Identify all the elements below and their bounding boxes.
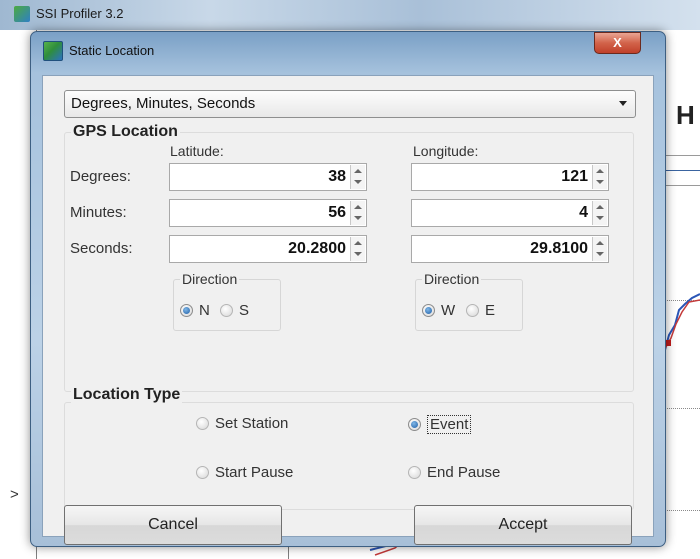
radio-east[interactable]: E <box>466 302 495 319</box>
longitude-seconds-stepper[interactable]: 29.8100 <box>411 235 609 263</box>
minutes-label: Minutes: <box>70 204 127 221</box>
chevron-down-icon <box>619 101 627 106</box>
radio-west[interactable]: W <box>422 302 455 319</box>
chevron-down-icon[interactable] <box>354 216 362 220</box>
longitude-minutes-value: 4 <box>579 204 588 221</box>
radio-start-pause-label: Start Pause <box>215 464 294 481</box>
chevron-up-icon[interactable] <box>354 169 362 173</box>
radio-selected-icon[interactable] <box>180 304 193 317</box>
stepper-buttons[interactable] <box>350 201 365 225</box>
radio-unselected-icon[interactable] <box>466 304 479 317</box>
latitude-seconds-value: 20.2800 <box>288 240 346 257</box>
location-type-group <box>64 402 634 510</box>
stepper-buttons[interactable] <box>350 237 365 261</box>
radio-event-label: Event <box>427 415 472 434</box>
latitude-seconds-stepper[interactable]: 20.2800 <box>169 235 367 263</box>
dialog-app-icon <box>43 41 63 61</box>
radio-selected-icon[interactable] <box>408 418 421 431</box>
radio-unselected-icon[interactable] <box>220 304 233 317</box>
stepper-buttons[interactable] <box>592 165 607 189</box>
seconds-label: Seconds: <box>70 240 133 257</box>
radio-set-station-label: Set Station <box>215 415 289 432</box>
radio-start-pause[interactable]: Start Pause <box>196 464 293 481</box>
latitude-degrees-stepper[interactable]: 38 <box>169 163 367 191</box>
location-type-label: Location Type <box>71 386 183 404</box>
chevron-up-icon[interactable] <box>596 205 604 209</box>
radio-west-label: W <box>441 302 456 319</box>
radio-unselected-icon[interactable] <box>408 466 421 479</box>
coordinate-format-value: Degrees, Minutes, Seconds <box>71 95 256 112</box>
radio-end-pause[interactable]: End Pause <box>408 464 500 481</box>
chart-gridline <box>664 170 700 171</box>
latitude-direction-group: Direction N S <box>173 271 281 331</box>
app-heading-fragment: H <box>676 100 695 130</box>
dialog-title: Static Location <box>69 43 155 58</box>
coordinate-format-select[interactable]: Degrees, Minutes, Seconds <box>64 90 636 118</box>
radio-set-station[interactable]: Set Station <box>196 415 288 432</box>
chevron-down-icon[interactable] <box>354 252 362 256</box>
radio-north-label: N <box>199 302 210 319</box>
chevron-up-icon[interactable] <box>596 241 604 245</box>
radio-unselected-icon[interactable] <box>196 466 209 479</box>
chevron-down-icon[interactable] <box>596 180 604 184</box>
longitude-direction-label: Direction <box>422 271 482 287</box>
close-button[interactable]: X <box>594 32 641 54</box>
stepper-buttons[interactable] <box>592 201 607 225</box>
chart-gridline <box>664 155 700 156</box>
radio-east-label: E <box>485 302 496 319</box>
chart-gridline <box>664 510 700 511</box>
chart-gridline <box>664 408 700 409</box>
chevron-up-icon[interactable] <box>596 169 604 173</box>
longitude-direction-group: Direction W E <box>415 271 523 331</box>
chevron-up-icon[interactable] <box>354 241 362 245</box>
latitude-minutes-value: 56 <box>328 204 346 221</box>
latitude-label: Latitude: <box>170 143 224 159</box>
stepper-buttons[interactable] <box>592 237 607 261</box>
radio-north[interactable]: N <box>180 302 210 319</box>
stepper-buttons[interactable] <box>350 165 365 189</box>
app-title: SSI Profiler 3.2 <box>36 6 124 21</box>
dialog-client-area: Degrees, Minutes, Seconds GPS Location L… <box>42 75 654 545</box>
radio-selected-icon[interactable] <box>422 304 435 317</box>
chevron-down-icon[interactable] <box>354 180 362 184</box>
cancel-button[interactable]: Cancel <box>64 505 282 545</box>
chevron-down-icon[interactable] <box>596 252 604 256</box>
radio-south-label: S <box>239 302 250 319</box>
app-logo-icon <box>14 6 30 22</box>
gps-location-label: GPS Location <box>71 123 180 141</box>
latitude-minutes-stepper[interactable]: 56 <box>169 199 367 227</box>
longitude-minutes-stepper[interactable]: 4 <box>411 199 609 227</box>
longitude-label: Longitude: <box>413 143 479 159</box>
longitude-seconds-value: 29.8100 <box>530 240 588 257</box>
latitude-degrees-value: 38 <box>328 168 346 185</box>
radio-end-pause-label: End Pause <box>427 464 501 481</box>
radio-event[interactable]: Event <box>408 415 472 434</box>
accept-button[interactable]: Accept <box>414 505 632 545</box>
longitude-degrees-stepper[interactable]: 121 <box>411 163 609 191</box>
chevron-up-icon[interactable] <box>354 205 362 209</box>
degrees-label: Degrees: <box>70 168 131 185</box>
static-location-dialog: Static Location X Degrees, Minutes, Seco… <box>30 31 666 547</box>
app-titlebar: SSI Profiler 3.2 <box>0 0 700 30</box>
longitude-degrees-value: 121 <box>561 168 588 185</box>
expand-arrow-icon[interactable]: > <box>10 486 19 503</box>
latitude-direction-label: Direction <box>180 271 240 287</box>
radio-unselected-icon[interactable] <box>196 417 209 430</box>
chart-gridline <box>664 185 700 186</box>
chevron-down-icon[interactable] <box>596 216 604 220</box>
radio-south[interactable]: S <box>220 302 249 319</box>
